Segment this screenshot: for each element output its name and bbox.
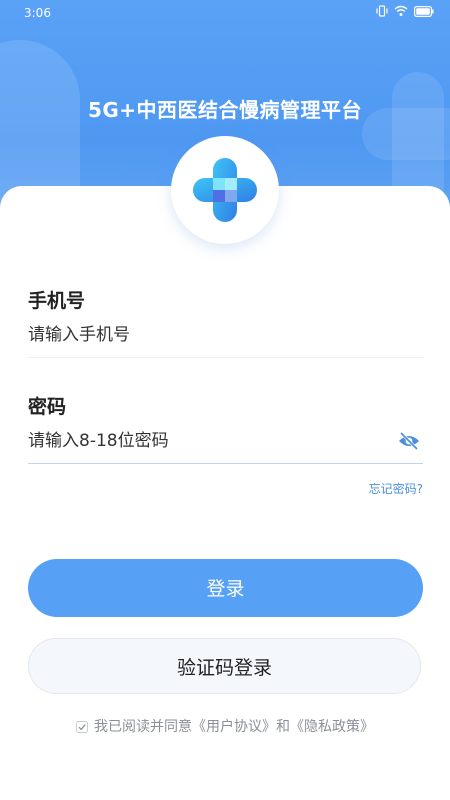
wifi-icon — [394, 5, 408, 16]
phone-divider — [28, 357, 423, 358]
app-logo — [171, 136, 279, 244]
phone-label: 手机号 — [28, 290, 86, 312]
password-input[interactable] — [28, 426, 423, 456]
password-label: 密码 — [28, 396, 67, 418]
forgot-password-link[interactable]: 忘记密码? — [369, 480, 423, 497]
password-divider — [28, 463, 423, 464]
agreement-text: 我已阅读并同意《用户协议》和《隐私政策》 — [94, 719, 374, 735]
app-title: 5G+中西医结合慢病管理平台 — [87, 98, 363, 122]
checkbox-icon[interactable] — [76, 721, 88, 733]
battery-icon — [414, 5, 434, 17]
login-button[interactable]: 登录 — [28, 559, 423, 617]
eye-off-icon[interactable] — [397, 430, 421, 452]
agreement-row: 我已阅读并同意《用户协议》和《隐私政策》 — [0, 716, 450, 736]
phone-input[interactable] — [28, 320, 423, 350]
status-bar: 3:06 — [0, 0, 450, 26]
cross-logo-icon — [193, 158, 257, 222]
vibrate-icon — [376, 5, 388, 17]
status-time: 3:06 — [24, 6, 51, 20]
sms-login-button[interactable]: 验证码登录 — [28, 638, 421, 694]
status-icons — [376, 5, 434, 17]
